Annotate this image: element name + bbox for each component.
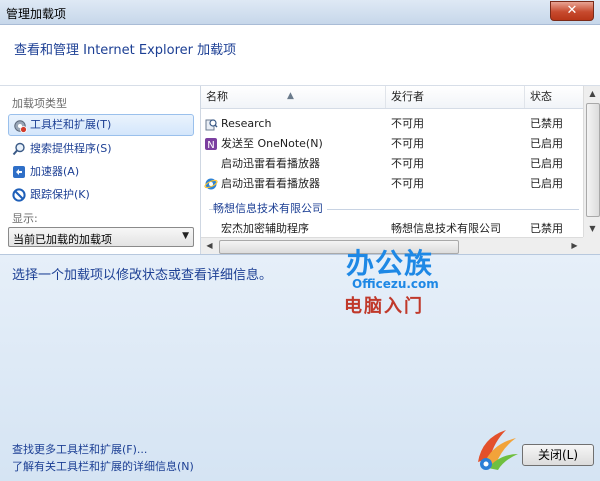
sidebar-item-tracking[interactable]: 跟踪保护(K) [8, 184, 194, 206]
publisher-group-header: 畅想信息技术有限公司 [201, 199, 583, 217]
addon-publisher: 畅想信息技术有限公司 [391, 222, 501, 235]
addon-name: 启动迅雷看看播放器 [221, 157, 320, 170]
search-icon [12, 142, 25, 156]
watermark-title: 办公族 [346, 247, 434, 280]
column-header-name-label: 名称 [206, 90, 228, 103]
addon-status: 已禁用 [530, 117, 563, 130]
scroll-down-icon[interactable]: ▼ [584, 221, 600, 237]
addon-status: 已启用 [530, 157, 563, 170]
list-header: 名称 ▲ 发行者 状态 [201, 86, 583, 109]
group-title: 畅想信息技术有限公司 [213, 200, 327, 216]
watermark-url: Officezu.com [352, 277, 439, 291]
window-title: 管理加载项 [6, 7, 67, 21]
close-button[interactable]: 关闭(L) [522, 444, 594, 466]
show-dropdown[interactable]: 当前已加载的加载项 ▼ [8, 227, 194, 247]
addon-publisher: 不可用 [391, 117, 424, 130]
manage-addons-window: 管理加载项 ✕ 查看和管理 Internet Explorer 加载项 加载项类… [0, 0, 600, 481]
table-row[interactable]: N 发送至 OneNote(N) 不可用 已启用 [201, 134, 583, 154]
sort-ascending-icon: ▲ [287, 91, 294, 101]
column-header-publisher-label: 发行者 [391, 90, 424, 103]
sidebar-item-toolbars[interactable]: 工具栏和扩展(T) [8, 114, 194, 136]
svg-text:N: N [207, 140, 214, 151]
addon-publisher: 不可用 [391, 137, 424, 150]
sidebar-item-search[interactable]: 搜索提供程序(S) [8, 138, 194, 160]
block-icon [12, 188, 26, 202]
vertical-scrollbar[interactable]: ▲ ▼ [583, 86, 600, 237]
details-hint: 选择一个加载项以修改状态或查看详细信息。 [12, 268, 273, 283]
vertical-scroll-thumb[interactable] [586, 103, 600, 217]
show-dropdown-value: 当前已加载的加载项 [13, 233, 112, 246]
addon-name: Research [221, 117, 272, 130]
table-row[interactable]: 宏杰加密辅助程序 畅想信息技术有限公司 已禁用 [201, 219, 583, 239]
column-header-name[interactable]: 名称 ▲ [201, 86, 386, 108]
header-panel: 查看和管理 Internet Explorer 加载项 [0, 25, 600, 86]
addon-status: 已禁用 [530, 222, 563, 235]
addon-status: 已启用 [530, 177, 563, 190]
sidebar-item-label: 加速器(A) [30, 165, 80, 178]
onenote-icon: N [205, 138, 217, 151]
table-row[interactable]: 启动迅雷看看播放器 不可用 已启用 [201, 154, 583, 174]
ie-icon [204, 178, 218, 190]
research-icon [205, 119, 218, 131]
scroll-right-icon[interactable]: ▶ [566, 238, 583, 254]
chevron-down-icon: ▼ [182, 231, 189, 241]
addon-name: 发送至 OneNote(N) [221, 137, 323, 150]
column-header-publisher[interactable]: 发行者 [386, 86, 525, 108]
addon-status: 已启用 [530, 137, 563, 150]
show-label: 显示: [12, 212, 38, 225]
addon-publisher: 不可用 [391, 177, 424, 190]
scrollbar-corner [583, 237, 600, 254]
addon-name: 宏杰加密辅助程序 [221, 222, 309, 235]
window-close-button[interactable]: ✕ [550, 1, 594, 21]
column-header-status-label: 状态 [530, 90, 552, 103]
header-text: 查看和管理 Internet Explorer 加载项 [14, 43, 237, 58]
sidebar-item-label: 工具栏和扩展(T) [30, 118, 112, 131]
gear-icon [14, 120, 27, 133]
addon-type-label: 加载项类型 [12, 97, 67, 110]
sidebar-item-label: 跟踪保护(K) [30, 188, 90, 201]
table-row[interactable]: 启动迅雷看看播放器 不可用 已启用 [201, 174, 583, 194]
watermark-subtitle: 电脑入门 [344, 296, 424, 317]
learn-more-link[interactable]: 了解有关工具栏和扩展的详细信息(N) [12, 458, 194, 474]
find-more-link[interactable]: 查找更多工具栏和扩展(F)... [12, 441, 147, 457]
column-header-status[interactable]: 状态 [525, 86, 583, 108]
scroll-up-icon[interactable]: ▲ [584, 86, 600, 102]
addon-name: 启动迅雷看看播放器 [221, 177, 320, 190]
sidebar-item-accelerators[interactable]: 加速器(A) [8, 161, 194, 183]
addon-publisher: 不可用 [391, 157, 424, 170]
watermark-logo-icon [478, 430, 518, 470]
sidebar-item-label: 搜索提供程序(S) [30, 142, 112, 155]
scroll-left-icon[interactable]: ◀ [201, 238, 218, 254]
accelerator-icon [13, 166, 25, 178]
addon-list: 名称 ▲ 发行者 状态 Research 不可用 已禁用 N 发送至 OneNo… [200, 86, 600, 255]
table-row[interactable]: Research 不可用 已禁用 [201, 114, 583, 134]
addon-type-sidebar: 加载项类型 工具栏和扩展(T) 搜索提供程序(S) 加速器(A) 跟踪保护(K)… [0, 86, 200, 254]
title-bar: 管理加载项 ✕ [0, 0, 600, 25]
